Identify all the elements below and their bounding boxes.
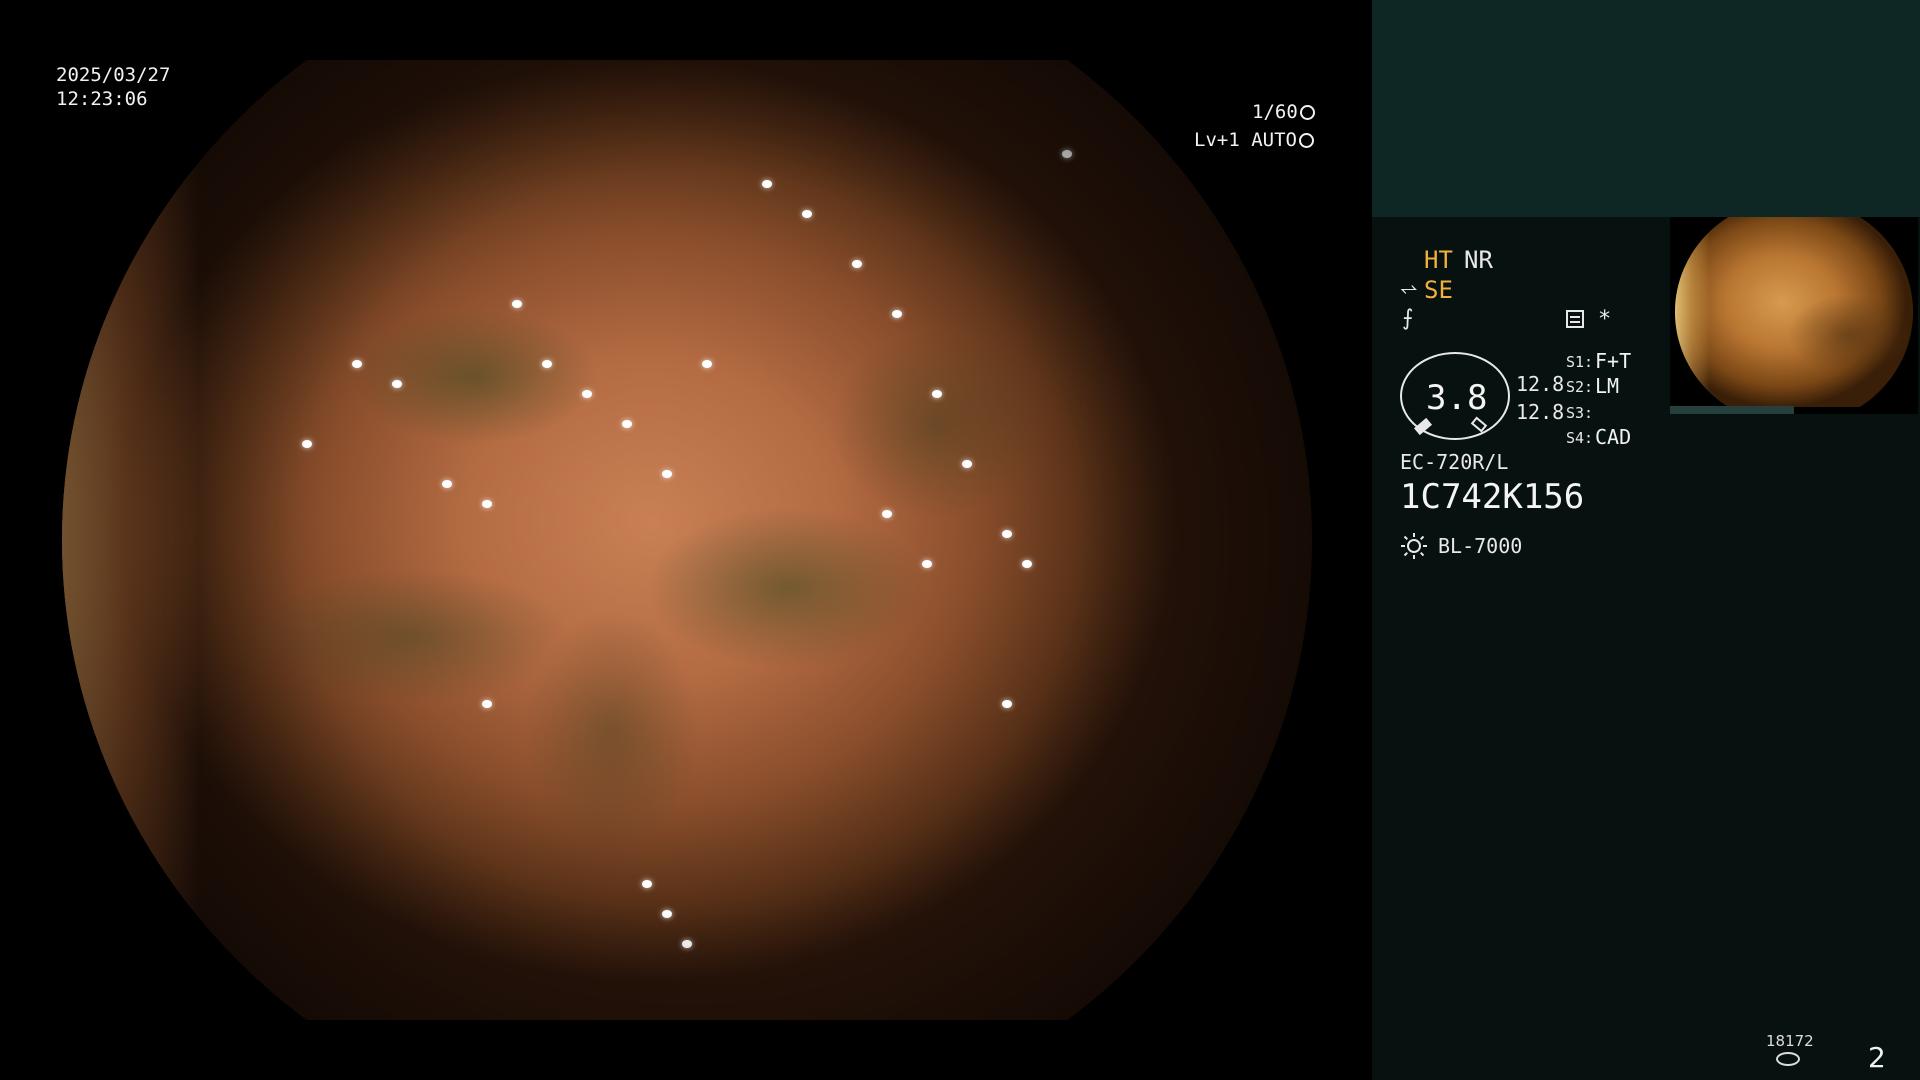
light-source-model: BL-7000 <box>1438 534 1523 558</box>
readout-value-2: 12.8 <box>1516 400 1565 424</box>
light-source-sun-icon <box>1401 533 1427 559</box>
structure-enhance-icon: ⥋ <box>1400 276 1418 301</box>
setting-label-s1: S1: <box>1566 353 1594 371</box>
color-mode-icon: ⨍ <box>1402 306 1414 331</box>
setting-value-s1: F+T <box>1595 349 1632 373</box>
storage-counter: 18172 <box>1766 1032 1814 1050</box>
exam-date: 2025/03/27 <box>56 64 171 86</box>
magnification-value: 3.8 <box>1426 378 1488 418</box>
auto-iris-icon <box>1298 133 1314 148</box>
thumbnail-rim-highlight <box>1674 217 1914 407</box>
scope-serial: 1C742K156 <box>1400 477 1585 517</box>
shutter-speed-value: 1/60 <box>1252 101 1298 123</box>
readout-value-1: 12.8 <box>1516 372 1565 396</box>
scope-vignette <box>62 60 1312 1020</box>
setting-value-s2: LM <box>1595 374 1620 398</box>
shutter-icon <box>1299 105 1315 120</box>
setting-label-s4: S4: <box>1566 429 1594 447</box>
se-indicator: SE <box>1424 276 1453 304</box>
page-number: 2 <box>1868 1041 1886 1074</box>
setting-value-s4: CAD <box>1595 425 1632 449</box>
settings-list-icon <box>1566 310 1584 328</box>
info-panel-header <box>1372 0 1920 217</box>
setting-label-s2: S2: <box>1566 378 1594 396</box>
brightness-level: Lv+1 AUTO <box>1194 131 1314 150</box>
storage-disk-icon <box>1776 1052 1800 1066</box>
shutter-speed: 1/60 <box>1252 103 1315 122</box>
setting-label-s3: S3: <box>1566 404 1594 422</box>
brightness-level-value: Lv+1 AUTO <box>1194 129 1297 151</box>
exam-time: 12:23:06 <box>56 88 148 110</box>
star-indicator: * <box>1598 307 1612 332</box>
nr-indicator: NR <box>1464 246 1493 274</box>
endoscope-view <box>0 0 1372 1080</box>
thumbnail-status-bar <box>1670 406 1794 414</box>
captured-thumbnail[interactable] <box>1670 217 1918 414</box>
scope-model: EC-720R/L <box>1400 450 1509 474</box>
ht-indicator: HT <box>1424 246 1453 274</box>
